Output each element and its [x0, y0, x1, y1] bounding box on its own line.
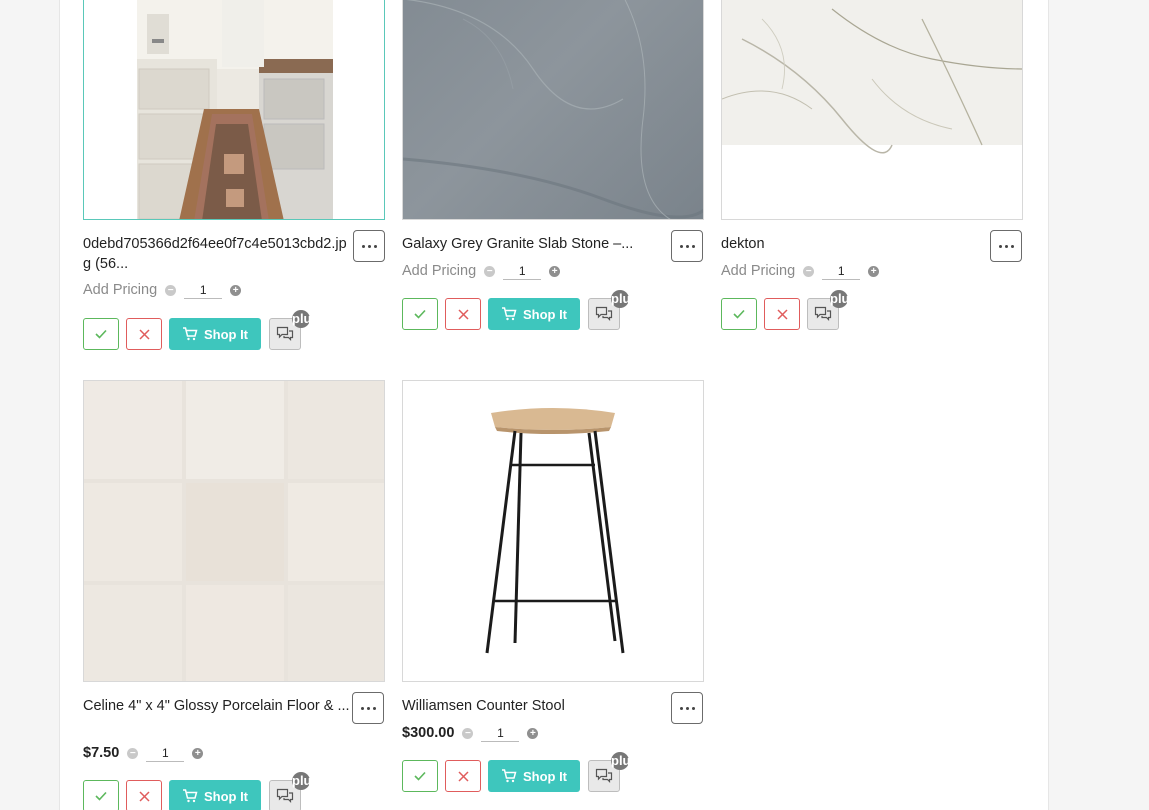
plus-circle-icon[interactable]: + [527, 727, 539, 739]
card-actions: Shop It plus [402, 290, 642, 330]
approve-button[interactable] [721, 298, 757, 330]
close-icon [138, 328, 150, 340]
quantity-input[interactable] [503, 262, 542, 280]
close-icon [776, 308, 788, 320]
check-icon [95, 791, 107, 801]
cart-icon [182, 327, 198, 341]
plus-circle-icon[interactable]: + [192, 747, 204, 759]
approve-button[interactable] [402, 298, 438, 330]
cart-icon [501, 307, 517, 321]
comment-icon [814, 306, 832, 321]
close-icon [138, 790, 150, 802]
comment-icon [276, 788, 294, 803]
card-actions: Shop It plus [83, 310, 323, 350]
quantity-input[interactable] [184, 281, 223, 299]
comment-icon [595, 306, 613, 321]
product-image[interactable] [402, 380, 704, 682]
pricing-row: Add Pricing − + [83, 280, 242, 300]
minus-circle-icon[interactable]: − [803, 265, 815, 277]
reject-button[interactable] [445, 760, 481, 792]
minus-circle-icon[interactable]: − [127, 747, 139, 759]
check-icon [414, 771, 426, 781]
comment-icon [595, 768, 613, 783]
more-options-button[interactable] [671, 230, 703, 262]
quantity-input[interactable] [822, 262, 861, 280]
close-icon [457, 308, 469, 320]
more-options-button[interactable] [990, 230, 1022, 262]
check-icon [95, 329, 107, 339]
add-comment-badge[interactable]: plus [292, 310, 319, 328]
quantity-input[interactable] [481, 724, 520, 742]
shop-it-button[interactable]: Shop It [488, 760, 580, 792]
add-comment-badge[interactable]: plus [292, 772, 319, 790]
product-title: Williamsen Counter Stool [402, 698, 565, 714]
check-icon [733, 309, 745, 319]
product-image[interactable] [83, 380, 385, 682]
more-dots-icon [679, 706, 695, 710]
product-price: $300.00 [402, 725, 455, 741]
more-options-button[interactable] [671, 692, 703, 724]
pricing-row: Add Pricing − + [402, 261, 561, 281]
more-dots-icon [679, 244, 695, 248]
add-comment-badge[interactable]: plus [611, 752, 638, 770]
add-pricing-link[interactable]: Add Pricing [83, 282, 157, 298]
product-title: Celine 4" x 4" Glossy Porcelain Floor & … [83, 698, 350, 714]
shop-it-label: Shop It [522, 768, 568, 784]
approve-button[interactable] [83, 780, 119, 810]
shop-it-button[interactable]: Shop It [169, 780, 261, 810]
plus-circle-icon[interactable]: + [868, 265, 880, 277]
product-image[interactable] [721, 0, 1023, 220]
product-grid-panel: 0debd705366d2f64ee0f7c4e5013cbd2.jpg (56… [59, 0, 1049, 810]
shop-it-label: Shop It [522, 306, 568, 322]
shop-it-label: Shop It [203, 788, 249, 804]
add-pricing-link[interactable]: Add Pricing [721, 263, 795, 279]
plus-circle-icon[interactable]: + [549, 265, 561, 277]
add-comment-badge[interactable]: plus [611, 290, 638, 308]
comment-icon [276, 326, 294, 341]
more-dots-icon [361, 244, 377, 248]
add-comment-badge[interactable]: plus [830, 290, 857, 308]
shop-it-button[interactable]: Shop It [488, 298, 580, 330]
reject-button[interactable] [445, 298, 481, 330]
product-title: 0debd705366d2f64ee0f7c4e5013cbd2.jpg (56… [83, 236, 347, 272]
close-icon [457, 770, 469, 782]
shop-it-button[interactable]: Shop It [169, 318, 261, 350]
product-image[interactable] [83, 0, 385, 220]
reject-button[interactable] [764, 298, 800, 330]
product-price: $7.50 [83, 745, 120, 761]
plus-circle-icon[interactable]: + [230, 284, 242, 296]
product-title: dekton [721, 236, 765, 252]
more-dots-icon [998, 244, 1014, 248]
card-actions: Shop It plus [402, 752, 642, 792]
pricing-row: Add Pricing − + [721, 261, 880, 281]
cart-icon [182, 789, 198, 803]
more-dots-icon [360, 706, 376, 710]
cart-icon [501, 769, 517, 783]
check-icon [414, 309, 426, 319]
minus-circle-icon[interactable]: − [484, 265, 496, 277]
product-title: Galaxy Grey Granite Slab Stone –... [402, 236, 634, 252]
minus-circle-icon[interactable]: − [165, 284, 177, 296]
product-image[interactable] [402, 0, 704, 220]
add-pricing-link[interactable]: Add Pricing [402, 263, 476, 279]
minus-circle-icon[interactable]: − [462, 727, 474, 739]
shop-it-label: Shop It [203, 326, 249, 342]
more-options-button[interactable] [353, 230, 385, 262]
approve-button[interactable] [402, 760, 438, 792]
more-options-button[interactable] [352, 692, 384, 724]
card-actions: Shop It plus [83, 772, 323, 810]
pricing-row: $7.50 − + [83, 743, 204, 763]
pricing-row: $300.00 − + [402, 723, 539, 743]
quantity-input[interactable] [146, 744, 185, 762]
reject-button[interactable] [126, 780, 162, 810]
card-actions: plus [721, 290, 961, 330]
approve-button[interactable] [83, 318, 119, 350]
reject-button[interactable] [126, 318, 162, 350]
